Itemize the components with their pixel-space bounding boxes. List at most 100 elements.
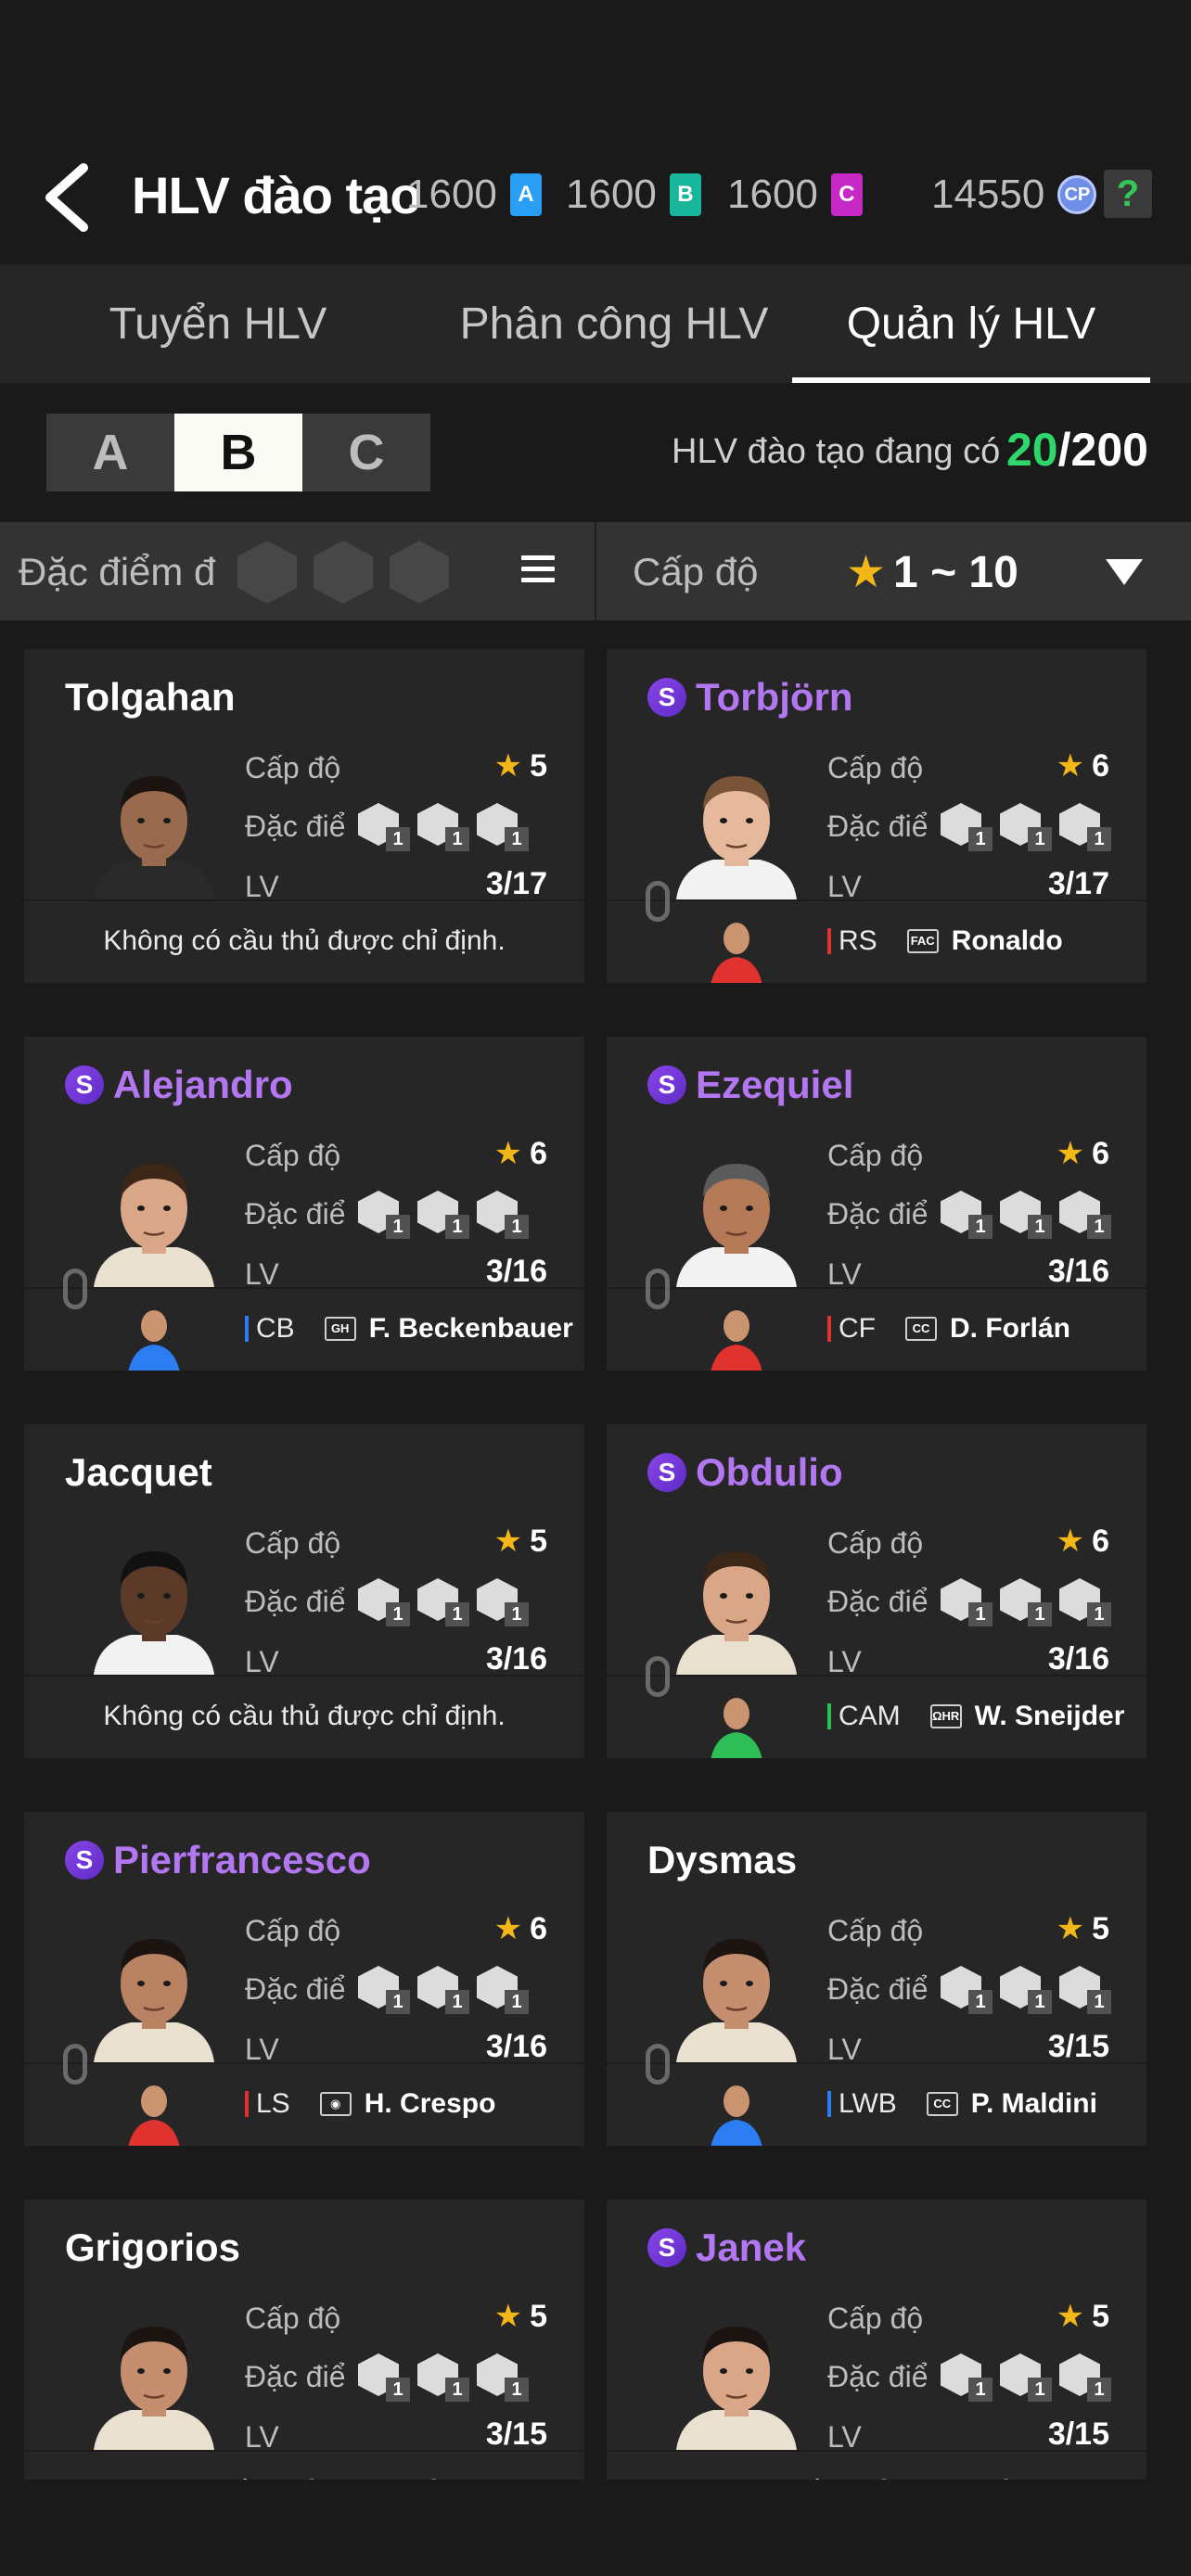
trait-icon[interactable]: 1 — [358, 1191, 410, 1239]
coach-card[interactable]: GrigoriosCấp độ★5Đặc điểm111LV3/15Không … — [24, 2200, 584, 2480]
coach-lv: 3/17 — [1047, 866, 1109, 901]
trait-icon[interactable]: 1 — [1000, 803, 1052, 851]
star-icon: ★ — [493, 1911, 523, 1946]
tab-bar: Tuyển HLV Phân công HLV Quản lý HLV — [0, 264, 1191, 383]
level-label: Cấp độ — [827, 2302, 924, 2335]
coach-name: S Alejandro — [65, 1063, 293, 1107]
trait-icon[interactable]: 1 — [417, 1966, 469, 2014]
level-filter-label: Cấp độ — [633, 550, 759, 593]
ticket-c-counter: 1600 C — [727, 172, 863, 218]
trait-count: 1 — [386, 2378, 410, 2402]
trait-icon[interactable]: 1 — [477, 803, 529, 851]
trait-icon[interactable]: 1 — [358, 1966, 410, 2014]
coach-level: ★ 5 — [494, 1523, 547, 1560]
ticket-a-counter: 1600 A — [406, 172, 542, 218]
trait-icon[interactable]: 1 — [1000, 2353, 1052, 2402]
trait-icon[interactable]: 1 — [941, 803, 992, 851]
coach-name: Grigorios — [65, 2225, 240, 2270]
coach-level: ★ 5 — [1057, 2298, 1109, 2335]
ticket-b-counter: 1600 B — [566, 172, 701, 218]
assigned-player-avatar — [711, 2085, 762, 2146]
ticket-b-icon: B — [669, 173, 701, 216]
trait-icon[interactable]: 1 — [477, 2353, 529, 2402]
trait-icon[interactable]: 1 — [477, 1578, 529, 1626]
trait-icon[interactable]: 1 — [941, 1578, 992, 1626]
trait-slot-icon[interactable] — [314, 541, 373, 604]
trait-filter[interactable]: Đặc điểm đ — [0, 522, 594, 620]
grade-a-button[interactable]: A — [46, 414, 174, 491]
help-button[interactable]: ? — [1104, 170, 1152, 218]
coach-card[interactable]: JacquetCấp độ★5Đặc điểm111LV3/16Không có… — [24, 1424, 584, 1758]
trait-icon[interactable]: 1 — [477, 1191, 529, 1239]
trait-icon[interactable]: 1 — [941, 1966, 992, 2014]
coach-lv: 3/16 — [485, 1254, 547, 1289]
trait-icon[interactable]: 1 — [417, 1191, 469, 1239]
coach-card[interactable]: SJanekCấp độ★5Đặc điểm111LV3/15Không có … — [607, 2200, 1146, 2480]
trait-icon[interactable]: 1 — [1000, 1578, 1052, 1626]
trait-icon[interactable]: 1 — [1059, 1966, 1111, 2014]
coach-stars: 5 — [1092, 2299, 1109, 2334]
trait-icon[interactable]: 1 — [477, 1966, 529, 2014]
coach-name: Dysmas — [647, 1838, 797, 1882]
ticket-a-value: 1600 — [406, 172, 497, 217]
trait-count: 1 — [386, 1215, 410, 1239]
star-icon: ★ — [493, 2299, 523, 2334]
assigned-player-avatar — [128, 2085, 180, 2146]
tab-manage[interactable]: Quản lý HLV — [792, 264, 1150, 383]
coach-list[interactable]: TolgahanCấp độ★5Đặc điểm111LV3/17Không c… — [0, 620, 1191, 2480]
trait-icon[interactable]: 1 — [1059, 2353, 1111, 2402]
assigned-player: CAM ΩHR W. Sneijder — [827, 1701, 1124, 1732]
coach-stars: 6 — [530, 1136, 547, 1171]
back-arrow-icon[interactable] — [39, 162, 95, 233]
coach-card[interactable]: SAlejandroCấp độ★6Đặc điểm111LV3/16CBGHF… — [24, 1037, 584, 1371]
trait-icon[interactable]: 1 — [417, 803, 469, 851]
player-position: RS — [839, 925, 877, 956]
grade-c-button[interactable]: C — [302, 414, 430, 491]
star-icon: ★ — [1056, 748, 1085, 784]
coach-card[interactable]: TolgahanCấp độ★5Đặc điểm111LV3/17Không c… — [24, 649, 584, 983]
page-title: HLV đào tạo — [132, 166, 422, 224]
trait-icon[interactable]: 1 — [358, 2353, 410, 2402]
coach-card[interactable]: DysmasCấp độ★5Đặc điểm111LV3/15LWBCCP. M… — [607, 1812, 1146, 2146]
coach-card[interactable]: STorbjörnCấp độ★6Đặc điểm111LV3/17RSFACR… — [607, 649, 1146, 983]
menu-icon[interactable] — [521, 555, 555, 585]
coach-name-text: Ezequiel — [696, 1063, 854, 1106]
trait-icon[interactable]: 1 — [1000, 1191, 1052, 1239]
coach-card[interactable]: SEzequielCấp độ★6Đặc điểm111LV3/16CFCCD.… — [607, 1037, 1146, 1371]
trait-icon[interactable]: 1 — [1059, 1191, 1111, 1239]
trait-icon[interactable]: 1 — [941, 2353, 992, 2402]
player-position: LS — [256, 2088, 290, 2119]
trait-icon[interactable]: 1 — [1000, 1966, 1052, 2014]
trait-count: 1 — [505, 1215, 529, 1239]
tab-recruit[interactable]: Tuyển HLV — [0, 264, 436, 383]
ticket-b-value: 1600 — [566, 172, 657, 217]
coach-card[interactable]: SObdulioCấp độ★6Đặc điểm111LV3/16CAMΩHRW… — [607, 1424, 1146, 1758]
trait-icon[interactable]: 1 — [1059, 803, 1111, 851]
dropdown-caret-icon[interactable] — [1106, 559, 1143, 585]
link-icon — [646, 1656, 670, 1697]
trait-slot-icon[interactable] — [237, 541, 297, 604]
coach-card[interactable]: SPierfrancescoCấp độ★6Đặc điểm111LV3/16L… — [24, 1812, 584, 2146]
trait-icon[interactable]: 1 — [941, 1191, 992, 1239]
trait-icon[interactable]: 1 — [417, 1578, 469, 1626]
link-icon — [63, 1269, 87, 1309]
traits-label: Đặc điểm — [827, 1197, 929, 1231]
club-badge-icon: CC — [905, 1317, 937, 1341]
trait-icon[interactable]: 1 — [417, 2353, 469, 2402]
trait-icon[interactable]: 1 — [1059, 1578, 1111, 1626]
trait-slot-icon[interactable] — [390, 541, 449, 604]
coach-name-text: Alejandro — [113, 1063, 293, 1106]
grade-b-button[interactable]: B — [174, 414, 302, 491]
no-player-text: Không có cầu thủ được chỉ định. — [103, 1701, 506, 1731]
tab-assign[interactable]: Phân công HLV — [436, 264, 792, 383]
trait-count: 1 — [445, 2378, 469, 2402]
trait-count: 1 — [386, 1990, 410, 2014]
level-label: Cấp độ — [245, 2302, 341, 2335]
cp-value: 14550 — [931, 172, 1045, 217]
trait-icon[interactable]: 1 — [358, 1578, 410, 1626]
trait-icon[interactable]: 1 — [358, 803, 410, 851]
link-icon — [646, 1269, 670, 1309]
level-filter-value[interactable]: ★ 1 ~ 10 — [846, 546, 1018, 598]
position-color-bar — [827, 1703, 831, 1729]
coach-name: S Ezequiel — [647, 1063, 853, 1107]
